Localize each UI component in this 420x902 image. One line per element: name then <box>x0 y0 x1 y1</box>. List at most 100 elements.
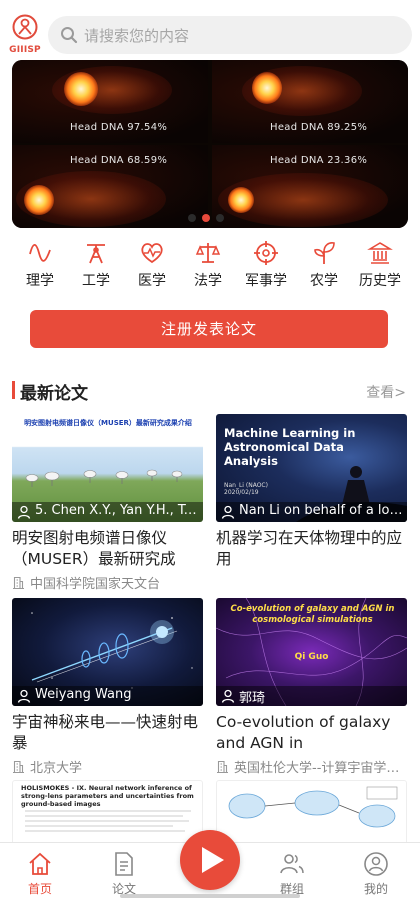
category-label: 历史学 <box>359 273 401 289</box>
person-icon <box>17 505 31 519</box>
category-label: 工学 <box>82 273 110 289</box>
paper-thumbnail <box>216 780 407 842</box>
app-header: GIIISP 请搜索您的内容 <box>0 0 420 60</box>
paper-thumbnail: Machine Learning in Astronomical Data An… <box>216 414 407 522</box>
category-science[interactable]: 理学 <box>12 240 68 290</box>
author-bar: Weiyang Wang <box>12 686 203 706</box>
building-icon <box>13 760 24 773</box>
section-title: 最新论文 <box>20 384 88 404</box>
compass-icon <box>87 244 105 264</box>
tab-label: 我的 <box>363 882 388 896</box>
register-publish-button[interactable]: 注册发表论文 <box>30 310 388 348</box>
paper-author: 郭琦 <box>239 691 266 706</box>
play-button[interactable] <box>180 830 240 890</box>
paper-thumbnail: Co-evolution of galaxy and AGN in cosmol… <box>216 598 407 706</box>
paper-thumbnail: Weiyang Wang <box>12 598 203 706</box>
banner-panel-label: Head DNA 97.54% <box>70 122 168 133</box>
person-icon <box>17 689 31 703</box>
heartbeat-icon <box>141 243 163 264</box>
banner-panel: Head DNA 68.59% <box>12 145 208 228</box>
thumbnail-title: Co-evolution of galaxy and AGN in cosmol… <box>230 604 395 625</box>
temple-icon <box>367 242 393 264</box>
document-icon <box>115 852 133 876</box>
logo-mark-icon <box>12 14 38 40</box>
building-icon <box>217 760 228 773</box>
category-label: 理学 <box>26 273 54 289</box>
category-history[interactable]: 历史学 <box>350 240 410 290</box>
banner-panel-label: Head DNA 23.36% <box>270 155 368 166</box>
person-icon <box>221 505 235 519</box>
banner-carousel[interactable]: Head DNA 97.54% Head DNA 89.25% Head DNA… <box>12 60 408 228</box>
paper-source: 英国杜伦大学--计算宇宙学… <box>216 757 407 776</box>
search-icon <box>61 27 78 44</box>
category-engineering[interactable]: 工学 <box>68 240 124 290</box>
home-indicator <box>120 894 300 898</box>
crosshair-icon <box>254 241 278 265</box>
view-more-link[interactable]: 查看> <box>366 382 406 402</box>
group-icon <box>280 854 304 874</box>
paper-card[interactable]: Machine Learning in Astronomical Data An… <box>216 414 407 594</box>
paper-card[interactable] <box>216 780 407 842</box>
paper-title: 明安图射电频谱日像仪（MUSER）最新研究成果… <box>12 529 176 568</box>
banner-panel: Head DNA 23.36% <box>212 145 408 228</box>
play-icon <box>202 847 224 873</box>
category-label: 法学 <box>194 273 222 289</box>
building-icon <box>13 576 24 589</box>
paper-title: Co-evolution of galaxy and AGN in cosmol… <box>216 713 391 752</box>
paper-card[interactable]: HOLISMOKES - IX. Neural network inferenc… <box>12 780 203 842</box>
tab-label: 首页 <box>27 882 52 896</box>
paper-card[interactable]: Co-evolution of galaxy and AGN in cosmol… <box>216 598 407 778</box>
banner-panel-label: Head DNA 68.59% <box>70 155 168 166</box>
category-row: 理学 工学 医学 法学 军事学 农学 历史学 <box>12 240 408 296</box>
profile-icon <box>364 852 388 876</box>
logo-text: GIIISP <box>9 45 41 55</box>
paper-card[interactable]: Weiyang Wang 宇宙神秘来电——快速射电暴 北京大学 <box>12 598 203 778</box>
carousel-dot[interactable] <box>216 214 224 222</box>
category-medicine[interactable]: 医学 <box>124 240 180 290</box>
section-accent-bar <box>12 381 15 399</box>
carousel-dot[interactable] <box>188 214 196 222</box>
carousel-indicator <box>188 207 230 222</box>
thumbnail-author: Qi Guo <box>294 652 329 662</box>
paper-title: 机器学习在天体物理中的应用 <box>216 529 403 568</box>
paper-source: 北京大学 <box>12 757 203 776</box>
banner-panel-label: Head DNA 89.25% <box>270 122 368 133</box>
search-bar[interactable]: 请搜索您的内容 <box>48 16 412 54</box>
category-military[interactable]: 军事学 <box>236 240 296 290</box>
category-label: 农学 <box>310 273 338 289</box>
document-lines <box>25 810 191 832</box>
paper-source: 中国科学院国家天文台 <box>12 573 203 592</box>
person-icon <box>221 689 235 703</box>
paper-author: Weiyang Wang <box>35 687 132 702</box>
category-agriculture[interactable]: 农学 <box>296 240 352 290</box>
banner-panel: Head DNA 97.54% <box>12 60 208 143</box>
paper-thumbnail: HOLISMOKES - IX. Neural network inferenc… <box>12 780 203 842</box>
category-label: 医学 <box>138 273 166 289</box>
author-bar: 郭琦 <box>216 686 407 706</box>
paper-thumbnail: 明安图射电频谱日像仪（MUSER）最新研究成果介绍 5. Chen X.Y., … <box>12 414 203 522</box>
paper-card[interactable]: 明安图射电频谱日像仪（MUSER）最新研究成果介绍 5. Chen X.Y., … <box>12 414 203 594</box>
tab-home[interactable]: 首页 <box>10 851 70 897</box>
author-bar: Nan Li on behalf of a lot … <box>216 502 407 522</box>
category-law[interactable]: 法学 <box>180 240 236 290</box>
sprout-icon <box>314 242 335 264</box>
search-placeholder: 请搜索您的内容 <box>84 27 190 45</box>
paper-source-text: 英国杜伦大学--计算宇宙学… <box>234 761 400 776</box>
diagram-art <box>228 786 398 828</box>
tab-groups[interactable]: 群组 <box>262 851 322 897</box>
wave-icon <box>29 243 51 262</box>
banner-panel: Head DNA 89.25% <box>212 60 408 143</box>
tab-me[interactable]: 我的 <box>346 851 406 897</box>
author-bar: 5. Chen X.Y., Yan Y.H., Ta… <box>12 502 203 522</box>
paper-author: 5. Chen X.Y., Yan Y.H., Ta… <box>35 503 199 518</box>
carousel-dot-active[interactable] <box>202 214 210 222</box>
paper-source-text: 北京大学 <box>30 761 83 776</box>
app-logo[interactable]: GIIISP <box>8 14 42 58</box>
paper-source-text: 中国科学院国家天文台 <box>30 577 161 592</box>
scales-icon <box>195 243 221 263</box>
paper-title: 宇宙神秘来电——快速射电暴 <box>12 713 199 752</box>
home-icon <box>29 852 51 875</box>
paper-author: Nan Li on behalf of a lot … <box>239 503 403 518</box>
category-label: 军事学 <box>245 273 287 289</box>
tab-papers[interactable]: 论文 <box>94 851 154 897</box>
